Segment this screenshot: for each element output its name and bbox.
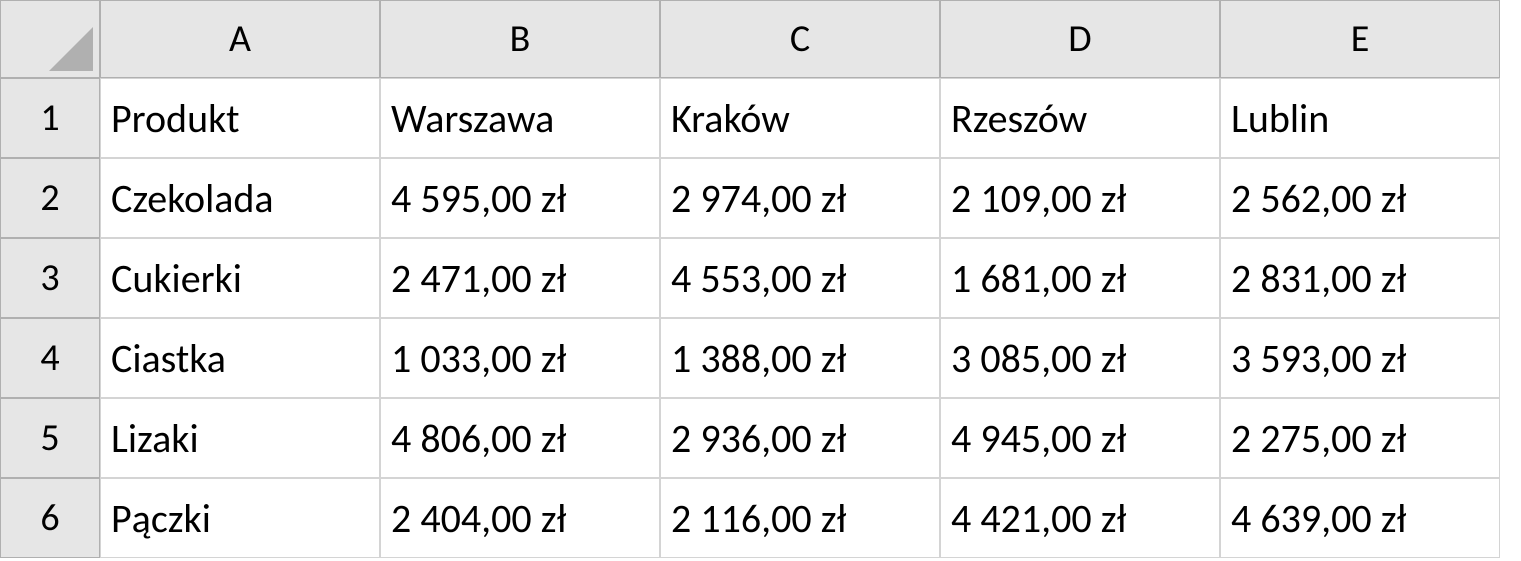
cell-a2[interactable]: Czekolada <box>100 158 380 238</box>
row-header-1[interactable]: 1 <box>0 78 100 158</box>
row-header-6[interactable]: 6 <box>0 478 100 558</box>
cell-a3[interactable]: Cukierki <box>100 238 380 318</box>
cell-b5[interactable]: 4 806,00 zł <box>380 398 660 478</box>
cell-c4[interactable]: 1 388,00 zł <box>660 318 940 398</box>
spreadsheet-grid: A B C D E 1 Produkt Warszawa Kraków Rzes… <box>0 0 1521 558</box>
cell-d6[interactable]: 4 421,00 zł <box>940 478 1220 558</box>
column-header-a[interactable]: A <box>100 0 380 78</box>
row-header-5[interactable]: 5 <box>0 398 100 478</box>
cell-b2[interactable]: 4 595,00 zł <box>380 158 660 238</box>
cell-e2[interactable]: 2 562,00 zł <box>1220 158 1500 238</box>
cell-e3[interactable]: 2 831,00 zł <box>1220 238 1500 318</box>
cell-e5[interactable]: 2 275,00 zł <box>1220 398 1500 478</box>
cell-d4[interactable]: 3 085,00 zł <box>940 318 1220 398</box>
cell-e4[interactable]: 3 593,00 zł <box>1220 318 1500 398</box>
column-header-d[interactable]: D <box>940 0 1220 78</box>
cell-c1[interactable]: Kraków <box>660 78 940 158</box>
cell-a4[interactable]: Ciastka <box>100 318 380 398</box>
cell-c5[interactable]: 2 936,00 zł <box>660 398 940 478</box>
cell-d5[interactable]: 4 945,00 zł <box>940 398 1220 478</box>
cell-e6[interactable]: 4 639,00 zł <box>1220 478 1500 558</box>
cell-d3[interactable]: 1 681,00 zł <box>940 238 1220 318</box>
row-header-3[interactable]: 3 <box>0 238 100 318</box>
cell-a6[interactable]: Pączki <box>100 478 380 558</box>
cell-a5[interactable]: Lizaki <box>100 398 380 478</box>
cell-d2[interactable]: 2 109,00 zł <box>940 158 1220 238</box>
select-all-triangle-icon <box>45 23 97 75</box>
select-all-corner[interactable] <box>0 0 100 78</box>
column-header-b[interactable]: B <box>380 0 660 78</box>
row-header-2[interactable]: 2 <box>0 158 100 238</box>
cell-b3[interactable]: 2 471,00 zł <box>380 238 660 318</box>
cell-c6[interactable]: 2 116,00 zł <box>660 478 940 558</box>
cell-b1[interactable]: Warszawa <box>380 78 660 158</box>
cell-d1[interactable]: Rzeszów <box>940 78 1220 158</box>
cell-a1[interactable]: Produkt <box>100 78 380 158</box>
cell-e1[interactable]: Lublin <box>1220 78 1500 158</box>
row-header-4[interactable]: 4 <box>0 318 100 398</box>
column-header-e[interactable]: E <box>1220 0 1500 78</box>
cell-c3[interactable]: 4 553,00 zł <box>660 238 940 318</box>
cell-c2[interactable]: 2 974,00 zł <box>660 158 940 238</box>
cell-b6[interactable]: 2 404,00 zł <box>380 478 660 558</box>
cell-b4[interactable]: 1 033,00 zł <box>380 318 660 398</box>
column-header-c[interactable]: C <box>660 0 940 78</box>
